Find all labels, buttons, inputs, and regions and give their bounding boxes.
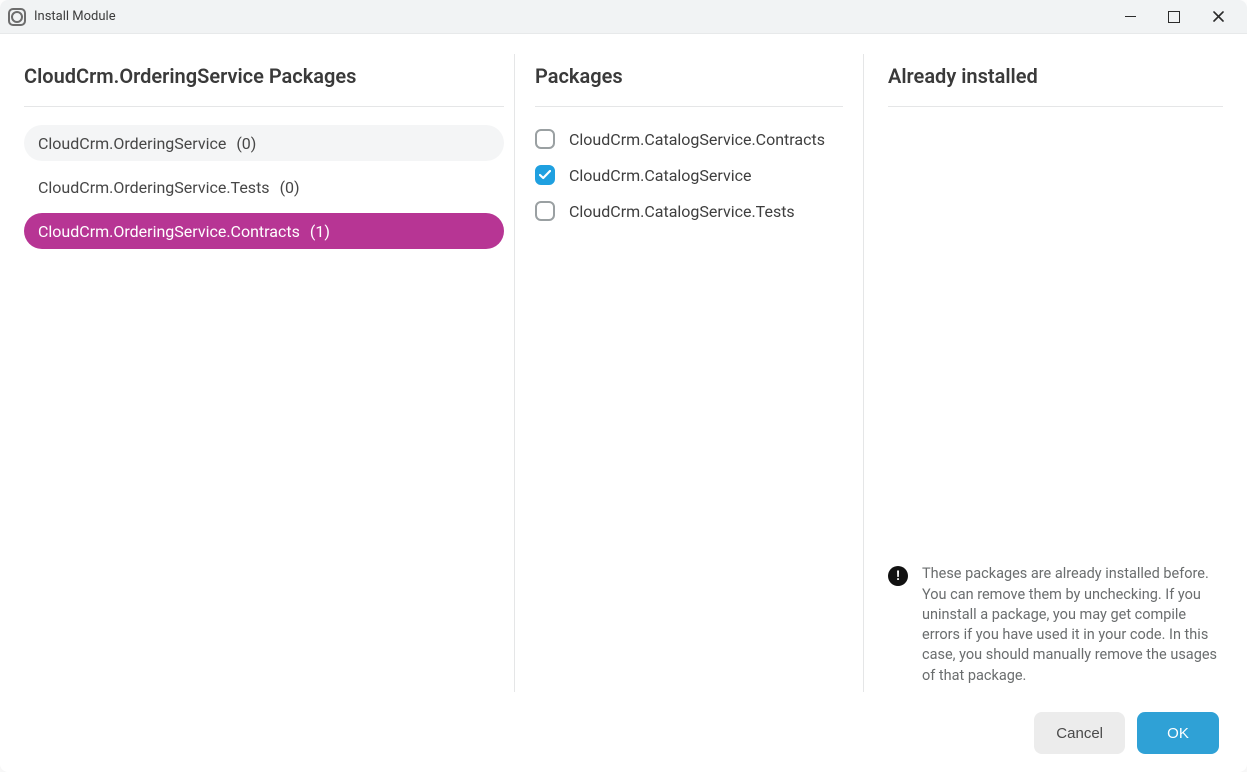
- package-checkbox-checked[interactable]: [535, 165, 555, 185]
- project-package-count: (1): [310, 222, 330, 241]
- maximize-button[interactable]: [1163, 6, 1185, 28]
- project-package-row[interactable]: CloudCrm.OrderingService (0): [24, 125, 504, 161]
- info-block: ! These packages are already installed b…: [888, 564, 1223, 692]
- already-installed-body: ! These packages are already installed b…: [888, 125, 1223, 692]
- info-icon: !: [888, 566, 908, 586]
- ok-button[interactable]: OK: [1137, 712, 1219, 754]
- packages-column: Packages CloudCrm.CatalogService.Contrac…: [514, 54, 864, 692]
- project-package-name: CloudCrm.OrderingService.Tests: [38, 178, 270, 197]
- close-icon: [1213, 11, 1224, 22]
- package-label: CloudCrm.CatalogService: [569, 166, 751, 185]
- project-package-name: CloudCrm.OrderingService: [38, 134, 226, 153]
- packages-list: CloudCrm.CatalogService.Contracts CloudC…: [535, 125, 843, 221]
- package-item[interactable]: CloudCrm.CatalogService: [535, 165, 843, 185]
- project-package-row-selected[interactable]: CloudCrm.OrderingService.Contracts (1): [24, 213, 504, 249]
- packages-title: Packages: [535, 54, 843, 107]
- package-checkbox[interactable]: [535, 201, 555, 221]
- project-packages-list: CloudCrm.OrderingService (0) CloudCrm.Or…: [24, 125, 504, 249]
- window-controls: [1119, 6, 1239, 28]
- project-package-name: CloudCrm.OrderingService.Contracts: [38, 222, 300, 241]
- project-packages-title: CloudCrm.OrderingService Packages: [24, 54, 504, 107]
- window-title: Install Module: [34, 9, 116, 24]
- project-packages-column: CloudCrm.OrderingService Packages CloudC…: [24, 54, 514, 692]
- package-label: CloudCrm.CatalogService.Tests: [569, 202, 795, 221]
- titlebar: Install Module: [0, 0, 1247, 34]
- minimize-button[interactable]: [1119, 6, 1141, 28]
- package-checkbox[interactable]: [535, 129, 555, 149]
- info-text: These packages are already installed bef…: [922, 564, 1223, 686]
- project-package-count: (0): [280, 178, 300, 197]
- cancel-button[interactable]: Cancel: [1034, 712, 1125, 754]
- project-package-count: (0): [236, 134, 256, 153]
- window-frame: Install Module CloudCrm.OrderingService …: [0, 0, 1247, 772]
- already-installed-column: Already installed ! These packages are a…: [864, 54, 1223, 692]
- package-label: CloudCrm.CatalogService.Contracts: [569, 130, 825, 149]
- app-icon: [8, 8, 26, 26]
- content-area: CloudCrm.OrderingService Packages CloudC…: [0, 34, 1247, 706]
- package-item[interactable]: CloudCrm.CatalogService.Tests: [535, 201, 843, 221]
- project-package-row[interactable]: CloudCrm.OrderingService.Tests (0): [24, 169, 504, 205]
- footer: Cancel OK: [0, 706, 1247, 772]
- package-item[interactable]: CloudCrm.CatalogService.Contracts: [535, 129, 843, 149]
- check-icon: [539, 170, 551, 180]
- already-installed-title: Already installed: [888, 54, 1223, 107]
- close-button[interactable]: [1207, 6, 1229, 28]
